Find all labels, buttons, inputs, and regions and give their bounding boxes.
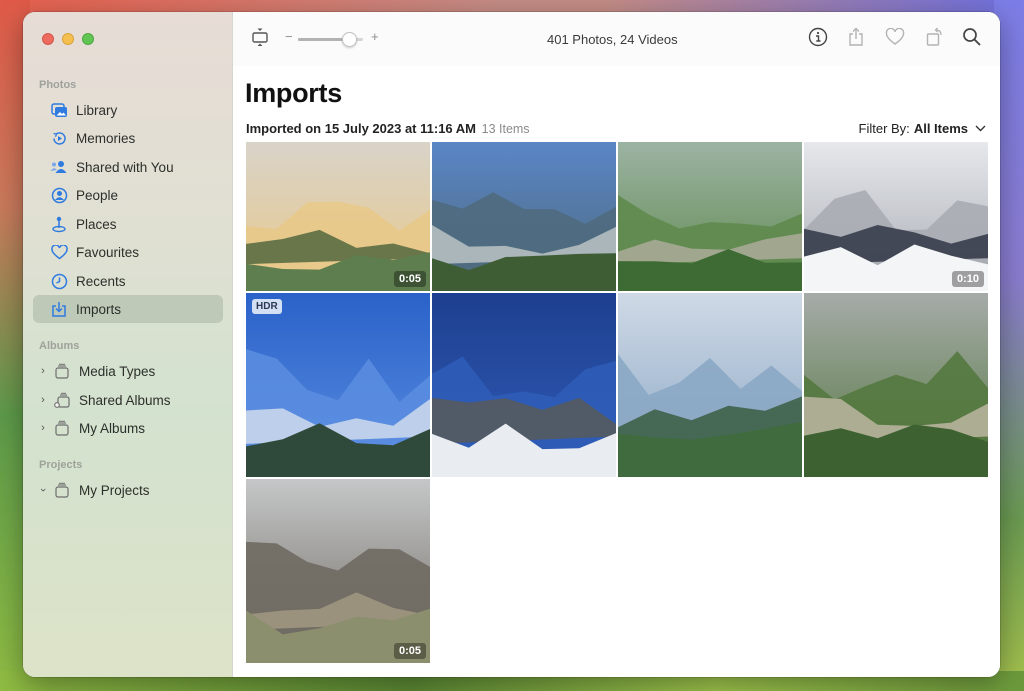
main-content: − + 401 Photos, 24 Videos Imports Import… (233, 12, 1000, 677)
zoom-out-button[interactable]: − (285, 29, 293, 44)
zoom-slider[interactable] (298, 32, 363, 47)
favourite-icon[interactable] (884, 26, 906, 48)
shared-with-you-icon (50, 158, 68, 176)
album-stack-icon (53, 481, 71, 499)
memories-icon (50, 129, 68, 147)
sidebar: Photos Library Memories Shared with You … (23, 12, 233, 677)
sidebar-item-label: Memories (76, 130, 136, 146)
chevron-right-icon[interactable]: › (37, 422, 49, 434)
sidebar-item-label: Media Types (79, 363, 156, 379)
sidebar-item-memories[interactable]: Memories (33, 124, 223, 152)
sidebar-item-places[interactable]: Places (33, 210, 223, 238)
rotate-icon[interactable] (924, 26, 946, 48)
hdr-badge: HDR (252, 299, 282, 314)
toolbar: − + 401 Photos, 24 Videos (233, 12, 1000, 66)
sidebar-item-label: My Albums (79, 420, 146, 436)
sidebar-item-media-types[interactable]: › Media Types (33, 357, 223, 385)
sidebar-section-projects: Projects (39, 459, 83, 471)
photo-thumbnail[interactable] (432, 293, 616, 477)
photo-thumbnail[interactable] (618, 142, 802, 291)
photo-thumbnail[interactable] (804, 293, 988, 477)
photo-image (804, 293, 988, 477)
sidebar-item-label: Places (76, 216, 117, 232)
photo-thumbnail[interactable]: HDR (246, 293, 430, 477)
places-icon (50, 215, 68, 233)
photo-image (432, 293, 616, 477)
sidebar-item-label: My Projects (79, 482, 150, 498)
people-icon (50, 186, 68, 204)
sidebar-item-label: Shared Albums (79, 392, 171, 408)
info-icon[interactable] (807, 26, 829, 48)
sidebar-item-library[interactable]: Library (33, 96, 223, 124)
maximize-window-button[interactable] (82, 33, 94, 45)
video-duration: 0:10 (951, 271, 984, 287)
close-window-button[interactable] (42, 33, 54, 45)
library-count: 401 Photos, 24 Videos (547, 32, 678, 47)
photo-library-icon (50, 101, 68, 119)
photo-image (618, 293, 802, 477)
sidebar-item-people[interactable]: People (33, 181, 223, 209)
filter-value: All Items (913, 121, 968, 136)
photo-image (246, 293, 430, 477)
photo-image (804, 142, 988, 291)
filter-label: Filter By: (858, 121, 910, 136)
photo-thumbnail[interactable] (618, 293, 802, 477)
import-group-header: Imported on 15 July 2023 at 11:16 AM 13 … (246, 121, 530, 136)
photo-thumbnail[interactable]: 0:05 (246, 142, 430, 291)
photo-grid: 0:05 0:10 HDR 0:05 (246, 142, 988, 663)
sidebar-item-label: Imports (76, 301, 122, 317)
clock-icon (50, 272, 68, 290)
heart-icon (50, 243, 68, 261)
sidebar-item-label: Library (76, 102, 118, 118)
share-icon[interactable] (845, 26, 867, 48)
photo-image (246, 479, 430, 663)
photo-thumbnail[interactable]: 0:10 (804, 142, 988, 291)
chevron-right-icon[interactable]: › (37, 365, 49, 377)
album-stack-icon (53, 419, 71, 437)
photo-image (432, 142, 616, 291)
video-duration: 0:05 (393, 271, 426, 287)
album-stack-icon (53, 362, 71, 380)
sidebar-item-recents[interactable]: Recents (33, 267, 223, 295)
zoom-slider-knob[interactable] (341, 32, 357, 47)
chevron-down-icon (975, 123, 986, 135)
photos-window: Photos Library Memories Shared with You … (23, 12, 1000, 677)
import-item-count: 13 Items (481, 122, 530, 136)
page-title: Imports (245, 78, 342, 108)
filter-dropdown[interactable]: Filter By: All Items (859, 121, 986, 136)
shared-album-icon (53, 391, 71, 409)
sidebar-item-my-projects[interactable]: › My Projects (33, 476, 223, 504)
chevron-right-icon[interactable]: › (37, 394, 49, 406)
photo-thumbnail[interactable]: 0:05 (246, 479, 430, 663)
search-icon[interactable] (961, 26, 983, 48)
import-date: Imported on 15 July 2023 at 11:16 AM (246, 121, 476, 136)
video-duration: 0:05 (393, 643, 426, 659)
photo-thumbnail[interactable] (432, 142, 616, 291)
sidebar-item-imports[interactable]: Imports (33, 295, 223, 323)
window-controls (42, 33, 94, 45)
aspect-ratio-icon[interactable] (249, 26, 271, 48)
zoom-in-button[interactable]: + (371, 29, 379, 44)
sidebar-item-favourites[interactable]: Favourites (33, 238, 223, 266)
minimize-window-button[interactable] (62, 33, 74, 45)
photo-image (246, 142, 430, 291)
sidebar-item-shared-albums[interactable]: › Shared Albums (33, 386, 223, 414)
sidebar-item-label: Shared with You (76, 159, 174, 175)
chevron-down-icon[interactable]: › (37, 484, 49, 496)
sidebar-item-label: Recents (76, 273, 126, 289)
sidebar-item-label: Favourites (76, 244, 140, 260)
import-icon (50, 300, 68, 318)
sidebar-item-label: People (76, 187, 119, 203)
photo-image (618, 142, 802, 291)
sidebar-section-albums: Albums (39, 340, 80, 352)
sidebar-item-shared-with-you[interactable]: Shared with You (33, 153, 223, 181)
sidebar-item-my-albums[interactable]: › My Albums (33, 414, 223, 442)
sidebar-section-photos: Photos (39, 79, 77, 91)
